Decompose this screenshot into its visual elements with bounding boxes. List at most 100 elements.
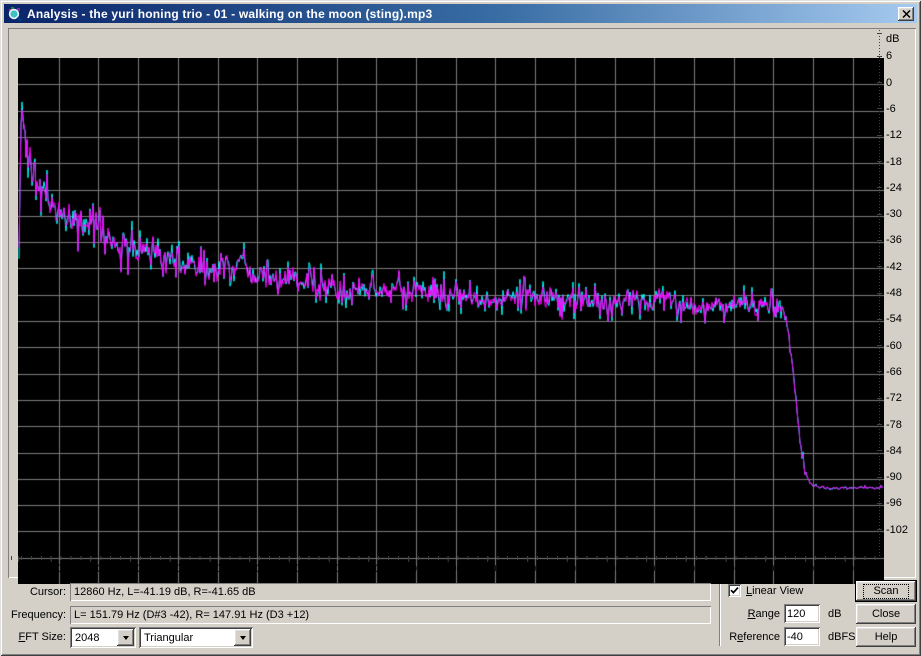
- hz-axis-tick-label: 7000: [276, 563, 302, 575]
- db-axis-tick-label: -12: [886, 129, 902, 142]
- db-axis-tick: [877, 345, 882, 347]
- db-axis-tick-label: -78: [886, 418, 902, 431]
- db-axis-tick: [877, 502, 882, 504]
- db-axis-tick-label: -96: [886, 497, 902, 510]
- db-axis-tick-label: -66: [886, 365, 902, 378]
- hz-axis-tick-label: 14000: [551, 563, 583, 575]
- db-axis-tick: [877, 82, 882, 84]
- db-axis-tick: [877, 161, 882, 162]
- db-axis: dB 6 0 -6 -12 -18 -24 -30 -36 -42 -48 -54 -60 -66 -72 -…: [877, 30, 917, 556]
- hz-axis-tick-label: 17000: [670, 563, 702, 575]
- fft-size-label: FFT Size:: [18, 631, 67, 643]
- hz-axis-tick-label: 4000: [157, 563, 183, 575]
- fft-window-value: Triangular: [144, 631, 194, 644]
- db-axis-tick: [877, 397, 882, 399]
- hz-axis-tick-label: 10000: [392, 563, 424, 575]
- db-axis-tick-label: -24: [886, 181, 902, 194]
- db-axis-tick-label: -48: [886, 287, 902, 299]
- spectrum-plot[interactable]: [18, 58, 884, 584]
- cursor-label: Cursor:: [29, 586, 66, 598]
- fft-size-combobox[interactable]: 2048: [70, 627, 136, 648]
- frequency-readout-value: L= 151.79 Hz (D#3 -42), R= 147.91 Hz (D3…: [74, 609, 310, 621]
- hz-axis-tick-label: 3000: [117, 563, 143, 575]
- db-axis-tick-label: -102: [886, 523, 909, 536]
- cursor-readout-value: 12860 Hz, L=-41.19 dB, R=-41.65 dB: [74, 586, 256, 598]
- hz-axis-tick-label: 19000: [750, 563, 781, 575]
- hz-axis-tick-label: 11000: [432, 563, 463, 575]
- hz-axis-unit: Hz: [18, 563, 32, 575]
- db-axis-tick-label: -30: [886, 208, 902, 221]
- hz-axis-tick-label: 6000: [236, 563, 262, 575]
- hz-axis-tick-label: 12000: [472, 563, 503, 575]
- hz-axis-tick-label: 8000: [316, 563, 341, 575]
- hz-axis-tick-label: 2000: [78, 563, 103, 575]
- scan-button[interactable]: Scan: [855, 580, 917, 602]
- help-button[interactable]: Help: [856, 627, 916, 647]
- help-button-label: Help: [874, 631, 898, 643]
- range-unit: dB: [828, 608, 842, 620]
- hz-axis-tick-label: 21000: [829, 563, 860, 575]
- fft-size-dropdown-button[interactable]: [117, 629, 134, 646]
- hz-axis-tick-label: 18000: [710, 563, 741, 575]
- db-axis-tick-label: -84: [886, 444, 902, 457]
- hz-axis-major-ticks: [10, 556, 876, 562]
- window-title: Analysis - the yuri honing trio - 01 - w…: [27, 6, 433, 21]
- db-axis-tick: [877, 239, 882, 241]
- range-label: Range: [747, 608, 780, 620]
- hz-axis: Hz 1000 2000 3000 4000 5000 6000 7000 8000 9000 1…: [10, 556, 876, 576]
- frequency-label: Frequency:: [10, 609, 66, 621]
- close-icon: [901, 9, 911, 18]
- close-button[interactable]: [898, 6, 914, 21]
- db-axis-tick-label: 0: [886, 76, 893, 89]
- db-axis-tick: [877, 292, 882, 294]
- db-axis-tick: [877, 213, 882, 215]
- hz-axis-tick-label: 20000: [789, 563, 821, 575]
- hz-axis-tick-label: 5000: [197, 563, 222, 575]
- analysis-window: Analysis - the yuri honing trio - 01 - w…: [0, 0, 921, 656]
- check-icon: [730, 587, 739, 594]
- scan-button-label: Scan: [863, 583, 909, 599]
- hz-axis-tick-label: 9000: [356, 563, 381, 575]
- spectrum-panel: [8, 28, 916, 584]
- db-axis-tick-label: -36: [886, 234, 902, 247]
- fft-window-combobox[interactable]: Triangular: [139, 627, 253, 648]
- db-axis-tick: [877, 450, 882, 452]
- frequency-readout: L= 151.79 Hz (D#3 -42), R= 147.91 Hz (D3…: [70, 606, 711, 624]
- db-axis-tick: [877, 108, 882, 110]
- db-axis-tick-label: -60: [886, 339, 902, 352]
- db-axis-tick-label: -42: [886, 260, 902, 273]
- titlebar[interactable]: Analysis - the yuri honing trio - 01 - w…: [4, 4, 917, 23]
- db-axis-tick: [877, 476, 882, 478]
- close-dialog-button[interactable]: Close: [856, 604, 916, 624]
- hz-axis-tick-label: 13000: [511, 563, 543, 575]
- reference-input[interactable]: [784, 627, 820, 646]
- db-axis-tick: [877, 266, 882, 268]
- reference-unit: dBFS: [828, 631, 856, 643]
- chevron-down-icon: [239, 636, 246, 643]
- db-axis-tick-label: dB: [886, 33, 900, 45]
- db-axis-tick-label: 6: [886, 50, 893, 63]
- hz-axis-tick-label: 15000: [591, 563, 622, 575]
- db-axis-tick-label: -6: [886, 102, 896, 115]
- close-button-label: Close: [871, 608, 901, 620]
- db-axis-tick: [877, 318, 882, 320]
- db-axis-tick-label: -54: [886, 313, 902, 326]
- reference-label: Reference: [729, 631, 780, 643]
- db-axis-tick: [877, 529, 882, 531]
- db-axis-tick: [877, 187, 882, 189]
- db-axis-tick: [877, 424, 882, 425]
- db-axis-tick-label: -90: [886, 471, 902, 484]
- db-axis-tick: [877, 371, 882, 373]
- app-icon: [8, 6, 22, 22]
- db-axis-tick: [877, 55, 882, 57]
- range-input[interactable]: [784, 604, 820, 623]
- hz-axis-tick-label: 16000: [630, 563, 662, 575]
- hz-axis-tick-label: 1000: [38, 563, 63, 575]
- linear-view-label[interactable]: Linear View: [746, 585, 803, 597]
- spectrum-canvas[interactable]: [18, 58, 884, 584]
- db-axis-tick-label: -18: [886, 155, 902, 168]
- linear-view-checkbox[interactable]: [728, 584, 741, 597]
- fft-window-dropdown-button[interactable]: [234, 629, 251, 646]
- db-axis-tick: [877, 32, 882, 34]
- cursor-readout: 12860 Hz, L=-41.19 dB, R=-41.65 dB: [70, 583, 711, 601]
